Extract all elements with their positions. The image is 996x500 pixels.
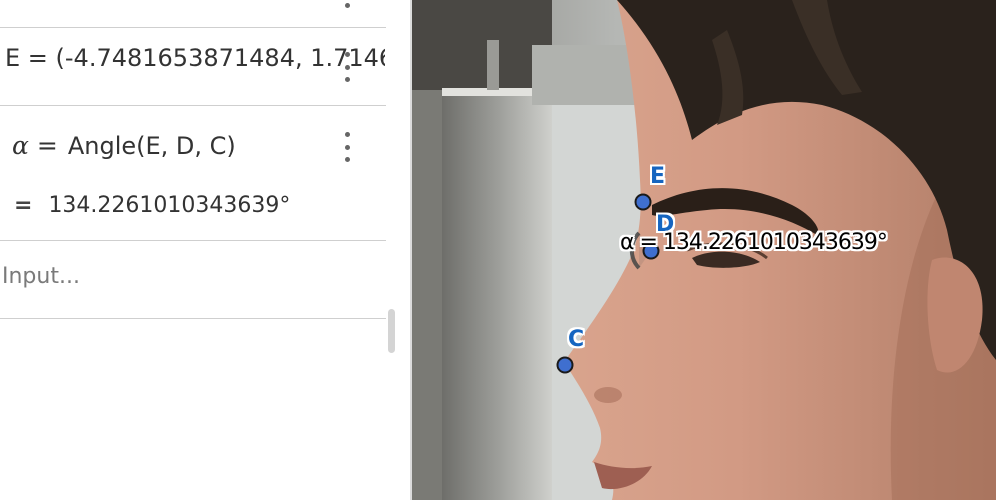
- angle-equals: =: [36, 131, 58, 160]
- angle-value-output: = 134.2261010343639°: [14, 193, 290, 218]
- angle-caption[interactable]: α = 134.2261010343639°: [620, 230, 888, 255]
- input-bar[interactable]: Input...: [2, 264, 80, 289]
- row-divider: [0, 27, 386, 28]
- angle-value: 134.2261010343639°: [48, 193, 291, 218]
- previous-item-menu-icon[interactable]: [339, 0, 355, 8]
- point-c-marker: [556, 356, 574, 374]
- angle-symbol: α: [12, 131, 29, 160]
- row-divider: [0, 318, 386, 319]
- graphics-view[interactable]: E D C α = 134.2261010343639°: [412, 0, 996, 500]
- point-e-marker: [634, 193, 652, 211]
- algebra-view: E = (-4.7481653871484, 1.7146240 α=Angle…: [0, 0, 410, 500]
- row-divider: [0, 105, 386, 106]
- output-equals-icon: =: [14, 193, 33, 218]
- point-e-label[interactable]: E: [650, 164, 665, 189]
- algebra-scrollbar[interactable]: [388, 309, 395, 353]
- angle-command: Angle(E, D, C): [67, 132, 236, 160]
- point-e-definition[interactable]: E = (-4.7481653871484, 1.7146240: [5, 44, 385, 72]
- angle-menu-icon[interactable]: [339, 132, 355, 162]
- row-divider: [0, 240, 386, 241]
- angle-definition[interactable]: α = Angle(E, D, C): [12, 131, 236, 160]
- point-c-label[interactable]: C: [568, 327, 584, 352]
- point-e-menu-icon[interactable]: [339, 52, 355, 82]
